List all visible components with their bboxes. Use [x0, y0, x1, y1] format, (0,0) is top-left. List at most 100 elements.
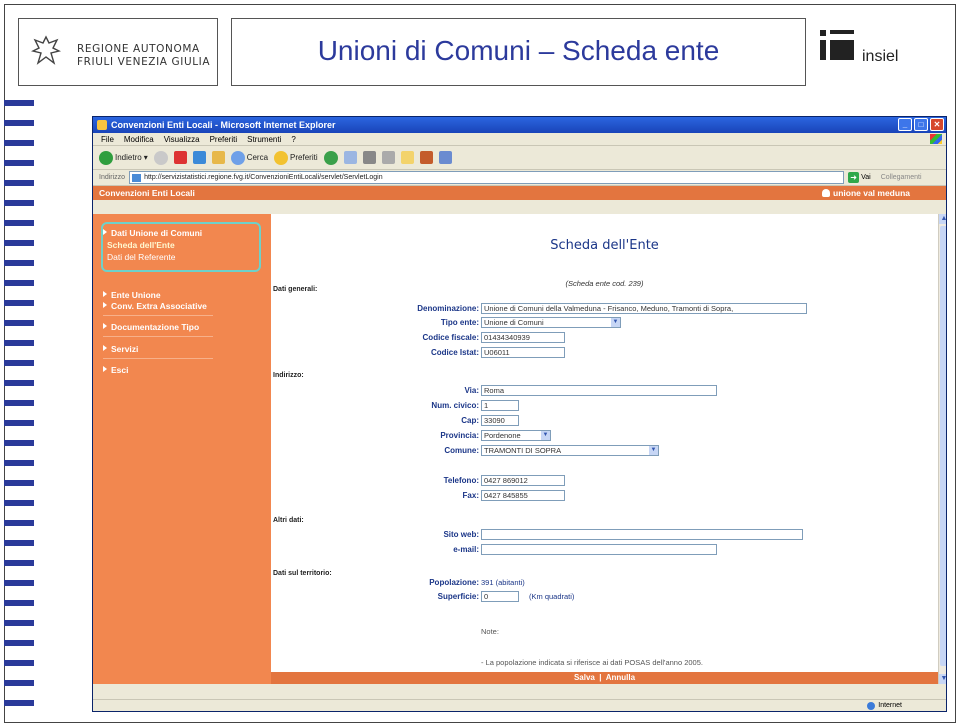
insiel-mark-icon	[820, 30, 854, 60]
insiel-logo: insiel	[818, 18, 936, 86]
bullet-arrow-icon	[103, 229, 107, 235]
favorites-button[interactable]: Preferiti	[274, 150, 318, 165]
links-label[interactable]: Collegamenti	[881, 174, 922, 181]
search-button[interactable]: Cerca	[230, 150, 268, 165]
sidebar-divider	[103, 315, 213, 316]
denominazione-field[interactable]: Unione di Comuni della Valmeduna - Frisa…	[481, 303, 807, 314]
codice-fiscale-field[interactable]: 01434340939	[481, 332, 565, 343]
chevron-down-icon: ▼	[611, 318, 620, 327]
comune-select[interactable]: TRAMONTI DI SOPRA ▼	[481, 445, 659, 456]
menu-bar: File Modifica Visualizza Preferiti Strum…	[93, 133, 946, 146]
user-indicator: unione val meduna	[822, 186, 910, 200]
star-icon	[274, 150, 289, 165]
actions-separator: |	[599, 673, 602, 682]
sidebar-label: Servizi	[111, 344, 139, 354]
vertical-scrollbar[interactable]: ▲ ▼	[938, 214, 946, 684]
num-civico-field[interactable]: 1	[481, 400, 519, 411]
cancel-button[interactable]: Annulla	[606, 673, 635, 682]
sidebar-item-scheda-ente[interactable]: Scheda dell'Ente	[107, 240, 175, 250]
menu-help[interactable]: ?	[291, 133, 295, 145]
label-telefono: Telefono:	[443, 476, 479, 485]
favorites-label: Preferiti	[290, 153, 318, 162]
menu-file[interactable]: File	[101, 133, 114, 145]
label-codice-fiscale: Codice fiscale:	[422, 333, 479, 342]
address-input[interactable]: http://servizistatistici.regione.fvg.it/…	[129, 171, 845, 184]
sidebar-label: Esci	[111, 365, 129, 375]
back-button[interactable]: Indietro ▾	[99, 150, 148, 165]
stop-icon[interactable]	[173, 151, 187, 164]
research-icon[interactable]	[419, 151, 433, 164]
fax-field[interactable]: 0427 845855	[481, 490, 565, 501]
menu-strumenti[interactable]: Strumenti	[247, 133, 281, 145]
form-subtitle: (Scheda ente cod. 239)	[565, 279, 644, 288]
form-actions-bar: Salva | Annulla	[271, 672, 938, 684]
menu-visualizza[interactable]: Visualizza	[164, 133, 200, 145]
app-title: Convenzioni Enti Locali	[99, 188, 195, 198]
page-content: Dati Unione di Comuni Scheda dell'Ente D…	[93, 214, 946, 684]
section-general: Dati generali:	[273, 286, 318, 293]
window-controls: _ □ ✕	[898, 118, 944, 131]
provincia-select[interactable]: Pordenone ▼	[481, 430, 551, 441]
insiel-text: insiel	[862, 48, 899, 65]
sidebar-label: Ente Unione	[111, 290, 161, 300]
address-label: Indirizzo	[99, 174, 126, 181]
scheda-ente-form: Scheda dell'Ente (Scheda ente cod. 239) …	[271, 214, 938, 684]
print-icon[interactable]	[362, 151, 376, 164]
label-num-civico: Num. civico:	[431, 401, 479, 410]
history-icon[interactable]	[323, 150, 338, 165]
scroll-down-icon[interactable]: ▼	[939, 674, 946, 684]
label-comune: Comune:	[444, 446, 479, 455]
menu-modifica[interactable]: Modifica	[124, 133, 154, 145]
maximize-button[interactable]: □	[914, 118, 928, 131]
sidebar-item-ente-unione[interactable]: Ente Unione	[103, 290, 161, 300]
sidebar-item-dati-referente[interactable]: Dati del Referente	[107, 252, 176, 262]
sidebar-item-documentazione[interactable]: Documentazione Tipo	[103, 322, 199, 332]
provincia-value: Pordenone	[484, 431, 521, 440]
sidebar-label: Documentazione Tipo	[111, 322, 200, 332]
codice-istat-field[interactable]: U06011	[481, 347, 565, 358]
cap-field[interactable]: 33090	[481, 415, 519, 426]
go-arrow-icon: ➜	[848, 172, 860, 183]
superficie-field[interactable]: 0	[481, 591, 519, 602]
status-zone: Internet	[867, 700, 902, 711]
folder-icon[interactable]	[400, 151, 414, 164]
label-fax: Fax:	[462, 491, 479, 500]
label-denominazione: Denominazione:	[417, 304, 479, 313]
back-arrow-icon	[99, 150, 113, 165]
mail-icon[interactable]	[343, 151, 357, 164]
via-field[interactable]: Roma	[481, 385, 717, 396]
ie-icon	[97, 120, 107, 130]
sidebar-group-label: Dati Unione di Comuni	[111, 228, 203, 238]
bullet-arrow-icon	[103, 366, 107, 372]
status-bar: Internet	[93, 699, 946, 711]
sidebar: Dati Unione di Comuni Scheda dell'Ente D…	[93, 214, 271, 684]
telefono-field[interactable]: 0427 869012	[481, 475, 565, 486]
menu-preferiti[interactable]: Preferiti	[210, 133, 238, 145]
section-address: Indirizzo:	[273, 372, 304, 379]
close-button[interactable]: ✕	[930, 118, 944, 131]
tipo-ente-select[interactable]: Unione di Comuni ▼	[481, 317, 621, 328]
sidebar-item-esci[interactable]: Esci	[103, 365, 129, 375]
chevron-down-icon: ▼	[649, 446, 658, 455]
home-icon[interactable]	[211, 151, 225, 164]
scroll-thumb[interactable]	[940, 226, 946, 666]
refresh-icon[interactable]	[192, 151, 206, 164]
sidebar-item-conv-extra[interactable]: Conv. Extra Associative	[103, 301, 207, 311]
browser-window: Convenzioni Enti Locali - Microsoft Inte…	[92, 116, 947, 712]
label-email: e-mail:	[453, 545, 479, 554]
forward-arrow-icon[interactable]	[153, 150, 168, 165]
label-cap: Cap:	[461, 416, 479, 425]
decorative-stripes	[4, 100, 34, 720]
sidebar-divider	[103, 358, 213, 359]
go-button[interactable]: ➜ Vai	[848, 172, 871, 183]
minimize-button[interactable]: _	[898, 118, 912, 131]
section-other: Altri dati:	[273, 517, 304, 524]
save-button[interactable]: Salva	[574, 673, 595, 682]
sidebar-item-dati-unione[interactable]: Dati Unione di Comuni	[103, 228, 202, 238]
sidebar-item-servizi[interactable]: Servizi	[103, 344, 138, 354]
messenger-icon[interactable]	[438, 151, 452, 164]
scroll-up-icon[interactable]: ▲	[939, 214, 946, 224]
sito-web-field[interactable]	[481, 529, 803, 540]
edit-icon[interactable]	[381, 151, 395, 164]
email-field[interactable]	[481, 544, 717, 555]
